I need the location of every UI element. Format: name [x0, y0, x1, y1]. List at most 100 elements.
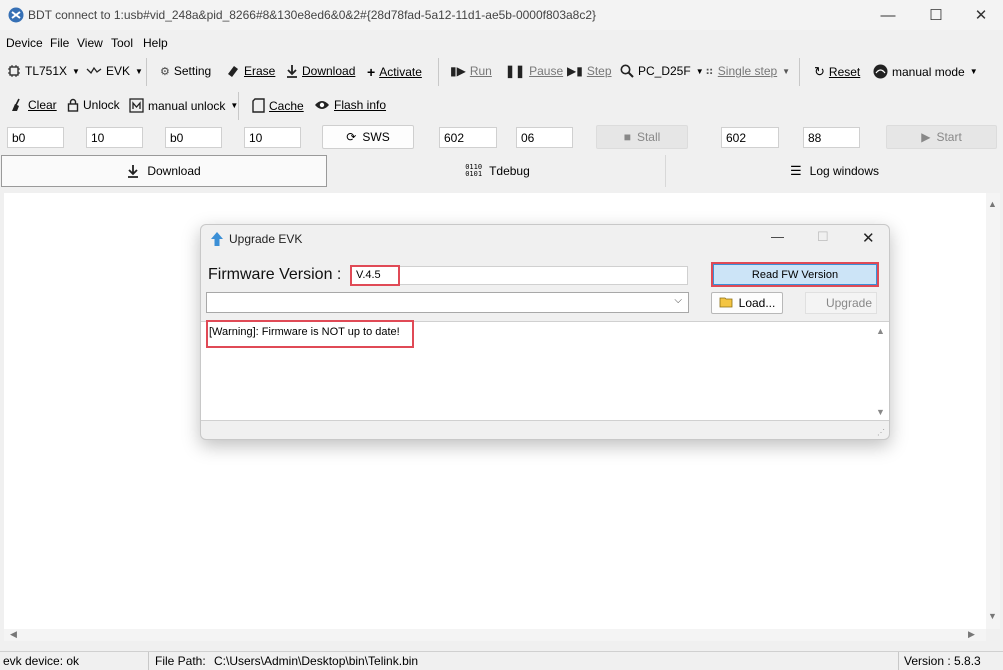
stall-button[interactable]: ■ Stall: [596, 125, 688, 149]
start-label: Start: [936, 130, 962, 144]
resize-grip-icon[interactable]: ⋰: [877, 428, 885, 437]
binary-icon: 0110 0101: [465, 163, 483, 178]
tab-log-windows[interactable]: ☰ Log windows: [667, 155, 1002, 187]
step-button[interactable]: ▶▮ Step: [567, 64, 612, 78]
sws-button[interactable]: ⟳ SWS: [322, 125, 414, 149]
erase-label: Erase: [244, 64, 276, 78]
param-field-6[interactable]: [516, 127, 573, 148]
broom-icon: [10, 98, 24, 112]
chevron-down-icon: ▼: [969, 67, 978, 76]
sd-card-icon: [252, 98, 265, 113]
scroll-down-icon[interactable]: ▼: [876, 407, 885, 417]
chevron-down-icon: ▼: [72, 66, 80, 76]
param-field-3[interactable]: [165, 127, 222, 148]
chevron-down-icon: ▼: [695, 66, 704, 76]
evk-dropdown[interactable]: EVK ▼: [86, 64, 143, 78]
manual-mode-label: manual mode: [892, 64, 965, 79]
manual-mode-dropdown[interactable]: manual mode ▼: [873, 64, 978, 79]
chip-icon: [7, 64, 21, 78]
pc-dropdown[interactable]: PC_D25F ▼: [620, 64, 704, 78]
menu-help[interactable]: Help: [143, 36, 168, 50]
unlock-button[interactable]: Unlock: [67, 98, 120, 112]
param-field-4[interactable]: [244, 127, 301, 148]
firmware-file-select[interactable]: ⌵: [206, 292, 689, 313]
unlock-label: Unlock: [83, 98, 120, 112]
chevron-down-icon: ⌵: [674, 295, 682, 306]
tab-tdebug-label: Tdebug: [489, 164, 530, 178]
single-step-icon: ⠶: [705, 64, 714, 78]
pause-icon: ❚❚: [505, 64, 526, 78]
plus-icon: +: [367, 64, 376, 80]
maximize-button[interactable]: ☐: [913, 0, 959, 30]
pause-button[interactable]: ❚❚ Pause: [505, 64, 563, 78]
dialog-maximize-button[interactable]: ☐: [817, 229, 829, 245]
run-button[interactable]: ▮▶ Run: [450, 64, 492, 78]
chip-dropdown[interactable]: TL751X ▼: [7, 64, 80, 78]
single-step-dropdown[interactable]: ⠶ Single step ▼: [705, 64, 790, 78]
download-label: Download: [302, 64, 356, 78]
play-icon: ▶: [921, 130, 931, 144]
pc-label: PC_D25F: [638, 64, 691, 78]
horizontal-scrollbar[interactable]: ◀ ▶: [4, 629, 986, 641]
upgrade-arrow-icon: [211, 232, 223, 246]
erase-button[interactable]: Erase: [226, 64, 275, 78]
title-bar: BDT connect to 1:usb#vid_248a&pid_8266#8…: [0, 0, 1003, 30]
scroll-down-icon[interactable]: ▼: [988, 611, 997, 621]
tab-download-label: Download: [147, 164, 201, 178]
clear-button[interactable]: Clear: [10, 98, 57, 112]
file-path-value: C:\Users\Admin\Desktop\bin\Telink.bin: [214, 654, 419, 668]
toolbar-separator: [799, 58, 800, 86]
scroll-up-icon[interactable]: ▲: [876, 326, 885, 336]
dialog-minimize-button[interactable]: —: [771, 229, 784, 244]
device-status: evk device: ok: [3, 654, 80, 668]
warning-highlight: [206, 320, 414, 348]
folder-icon: [719, 296, 735, 311]
upgrade-button[interactable]: Upgrade: [805, 292, 877, 314]
search-icon: [620, 64, 634, 78]
scroll-left-icon[interactable]: ◀: [10, 629, 17, 640]
manual-unlock-label: manual unlock: [148, 98, 226, 113]
chevron-down-icon: ▼: [782, 66, 791, 76]
tab-tdebug[interactable]: 0110 0101 Tdebug: [330, 155, 666, 187]
activate-label: Activate: [379, 65, 422, 79]
cache-label: Cache: [269, 98, 304, 113]
param-field-8[interactable]: [803, 127, 860, 148]
gear-icon: ⚙: [160, 65, 170, 78]
activate-button[interactable]: + Activate: [367, 64, 422, 80]
eraser-icon: [226, 64, 240, 78]
menu-tool[interactable]: Tool: [111, 36, 133, 50]
flash-info-button[interactable]: Flash info: [314, 98, 386, 112]
scroll-up-icon[interactable]: ▲: [988, 199, 997, 209]
vertical-scrollbar[interactable]: ▲ ▼: [986, 193, 1000, 629]
firmware-version-highlight: [350, 265, 400, 286]
cache-button[interactable]: Cache: [252, 98, 304, 113]
download-button[interactable]: Download: [286, 64, 355, 78]
reset-button[interactable]: ↻ Reset: [814, 64, 860, 80]
sync-icon: ⟳: [346, 130, 357, 144]
status-separator: [148, 652, 149, 670]
param-field-1[interactable]: [7, 127, 64, 148]
dialog-close-button[interactable]: ✕: [862, 229, 875, 247]
tab-download[interactable]: Download: [1, 155, 327, 187]
menu-file[interactable]: File: [50, 36, 69, 50]
manual-unlock-dropdown[interactable]: manual unlock ▼: [129, 98, 238, 113]
param-field-2[interactable]: [86, 127, 143, 148]
chevron-down-icon: ▼: [135, 66, 143, 76]
setting-button[interactable]: ⚙ Setting: [160, 64, 211, 78]
flash-info-label: Flash info: [334, 98, 387, 112]
reset-icon: ↻: [814, 64, 825, 79]
read-fw-highlight: [711, 262, 879, 287]
close-button[interactable]: ✕: [958, 0, 1003, 30]
menu-device[interactable]: Device: [6, 36, 43, 50]
load-button[interactable]: Load...: [711, 292, 783, 314]
menu-view[interactable]: View: [77, 36, 103, 50]
start-button[interactable]: ▶ Start: [886, 125, 997, 149]
stall-label: Stall: [636, 130, 661, 144]
param-field-7[interactable]: [721, 127, 779, 148]
download-icon: [128, 165, 139, 178]
param-field-5[interactable]: [439, 127, 497, 148]
sws-label: SWS: [362, 130, 390, 144]
minimize-button[interactable]: —: [865, 0, 911, 30]
firmware-version-field[interactable]: V.4.5: [351, 266, 688, 285]
scroll-right-icon[interactable]: ▶: [968, 629, 975, 640]
